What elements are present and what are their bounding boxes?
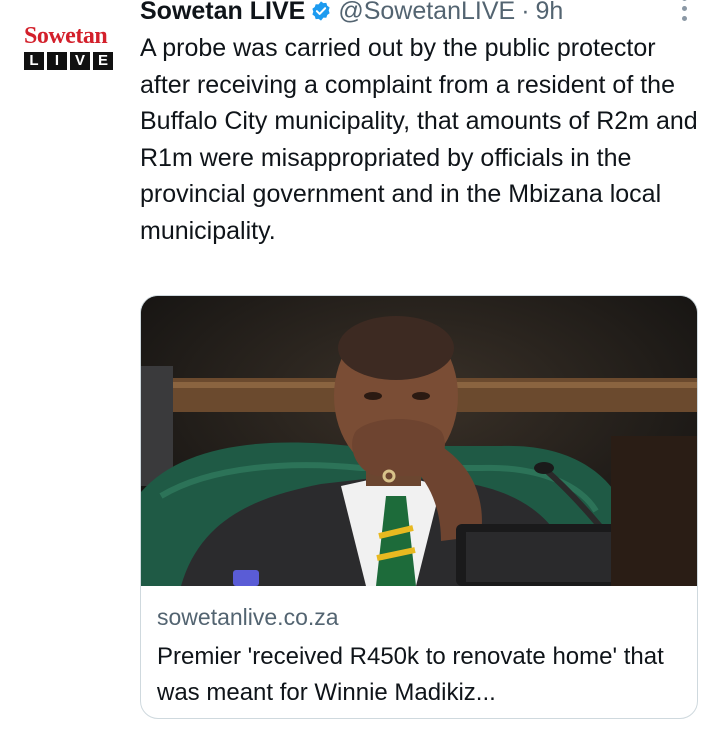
tweet-header: Sowetan LIVE @SowetanLIVE · 9h xyxy=(140,0,563,28)
avatar-logo-letter: E xyxy=(93,52,113,70)
avatar-logo-letter: L xyxy=(24,52,44,70)
display-name[interactable]: Sowetan LIVE xyxy=(140,0,305,26)
avatar-logo-text: Sowetan xyxy=(24,23,108,49)
avatar[interactable]: Sowetan L I V E xyxy=(20,22,120,76)
timestamp[interactable]: 9h xyxy=(536,0,564,26)
link-card[interactable]: sowetanlive.co.za Premier 'received R450… xyxy=(140,295,698,719)
avatar-logo-letter: V xyxy=(70,52,90,70)
card-image[interactable] xyxy=(141,296,697,586)
card-domain: sowetanlive.co.za xyxy=(157,604,339,630)
separator-dot: · xyxy=(521,0,530,25)
verified-badge-icon xyxy=(310,0,332,22)
more-options-icon[interactable] xyxy=(672,0,696,26)
avatar-logo-letter: I xyxy=(47,52,67,70)
tweet-text: A probe was carried out by the public pr… xyxy=(140,34,698,245)
handle[interactable]: @SowetanLIVE xyxy=(338,0,515,26)
card-title: Premier 'received R450k to renovate home… xyxy=(157,643,664,706)
avatar-logo-live: L I V E xyxy=(24,52,113,70)
